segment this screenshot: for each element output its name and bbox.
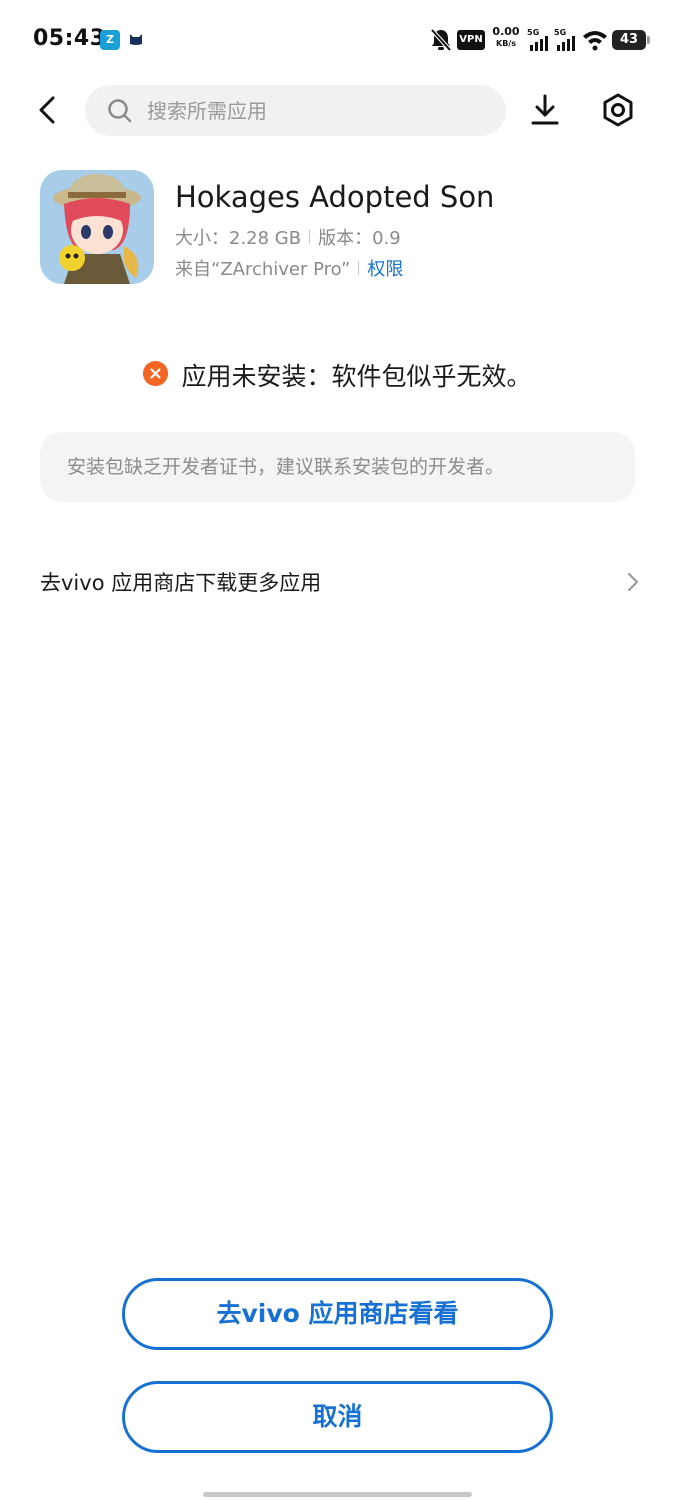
battery-icon: 43 (612, 30, 650, 50)
network-speed: 0.00 KB/s (491, 26, 521, 50)
app-name: Hokages Adopted Son (175, 180, 495, 214)
store-more-apps-label: 去vivo 应用商店下载更多应用 (40, 571, 322, 595)
search-icon (108, 99, 132, 123)
app-meta-row: 大小：2.28 GB 版本：0.9 (175, 224, 401, 250)
meta-divider (309, 230, 311, 244)
app-version: 版本：0.9 (318, 228, 401, 249)
battery-cap (647, 36, 650, 44)
home-indicator[interactable] (203, 1492, 472, 1497)
open-store-button[interactable]: 去vivo 应用商店看看 (122, 1278, 553, 1350)
signal-1-icon: 5G (527, 28, 551, 52)
signal-1-label: 5G (527, 28, 540, 37)
signal-2-icon: 5G (554, 28, 578, 52)
error-icon (143, 361, 169, 386)
app-size: 大小：2.28 GB (175, 228, 302, 249)
settings-icon[interactable] (598, 90, 638, 130)
back-arrow-icon[interactable] (28, 90, 68, 130)
app-icon (40, 170, 154, 284)
zarchiver-notification-icon: Z (100, 30, 120, 50)
error-detail: 安装包缺乏开发者证书，建议联系安装包的开发者。 (67, 456, 505, 478)
app-source-row: 来自“ZArchiver Pro” 权限 (175, 255, 403, 281)
meta-divider (358, 261, 360, 275)
search-bar[interactable] (85, 85, 506, 136)
download-icon[interactable] (526, 90, 564, 130)
chevron-right-icon (627, 572, 639, 592)
install-error: 应用未安装：软件包似乎无效。 (0, 357, 675, 393)
signal-2-label: 5G (554, 28, 567, 37)
network-speed-value: 0.00 (492, 25, 520, 38)
status-time: 05:43 (33, 26, 106, 51)
cat-notification-icon (130, 34, 142, 45)
network-speed-unit: KB/s (496, 39, 516, 48)
error-detail-box: 安装包缺乏开发者证书，建议联系安装包的开发者。 (40, 432, 635, 502)
wifi-icon (583, 31, 607, 51)
battery-level: 43 (619, 32, 639, 47)
install-result-page: 05:43 Z VPN 0.00 KB/s 5G 5G 43 搜索所需应用 Ho… (0, 0, 675, 1500)
error-message: 应用未安装：软件包似乎无效。 (181, 362, 532, 391)
install-error-content: 应用未安装：软件包似乎无效。 (143, 357, 532, 393)
permissions-link[interactable]: 权限 (367, 259, 403, 280)
cancel-button[interactable]: 取消 (122, 1381, 553, 1453)
store-more-apps-link[interactable]: 去vivo 应用商店下载更多应用 (40, 555, 640, 611)
app-source: 来自“ZArchiver Pro” (175, 259, 351, 280)
search-input[interactable] (147, 85, 487, 136)
vpn-icon: VPN (457, 30, 485, 50)
status-bar: 05:43 Z VPN 0.00 KB/s 5G 5G 43 (0, 0, 675, 80)
bell-muted-icon (430, 28, 452, 52)
